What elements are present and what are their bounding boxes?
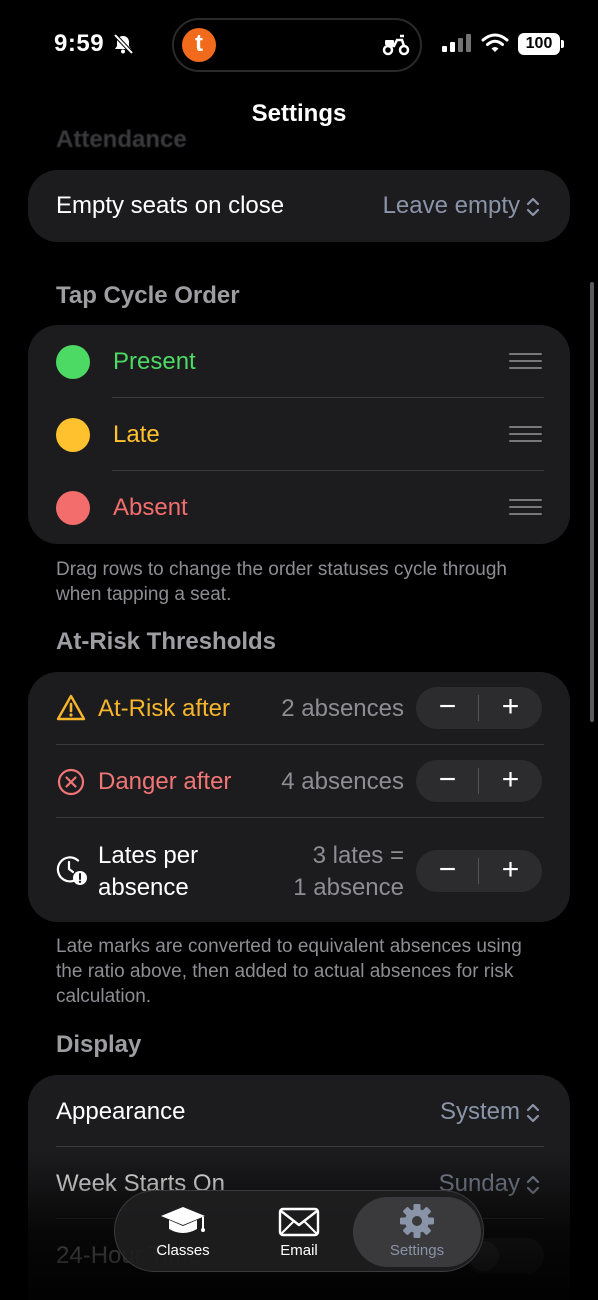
appearance-picker[interactable]: System bbox=[440, 1098, 540, 1126]
battery-nub bbox=[561, 40, 564, 48]
tab-classes[interactable]: Classes bbox=[125, 1197, 241, 1267]
lates-row: Lates per absence 3 lates = 1 absence − … bbox=[28, 818, 570, 922]
danger-stepper: − + bbox=[416, 760, 542, 802]
tap-cycle-row-absent[interactable]: Absent bbox=[28, 471, 570, 544]
at-risk-value: 2 absences bbox=[281, 695, 404, 722]
at-risk-increment-button[interactable]: + bbox=[479, 687, 542, 729]
status-label-late: Late bbox=[113, 421, 160, 448]
at-risk-decrement-button[interactable]: − bbox=[416, 687, 479, 729]
envelope-icon bbox=[278, 1207, 320, 1237]
tab-label-classes: Classes bbox=[156, 1242, 210, 1259]
moped-icon bbox=[382, 34, 410, 56]
empty-seats-label: Empty seats on close bbox=[56, 192, 285, 219]
lates-label-line2: absence bbox=[98, 874, 189, 901]
empty-seats-picker[interactable]: Leave empty bbox=[383, 192, 540, 220]
tap-cycle-footnote: Drag rows to change the order statuses c… bbox=[56, 559, 507, 605]
at-risk-row: At-Risk after 2 absences − + bbox=[28, 672, 570, 745]
status-dot-late bbox=[56, 418, 90, 452]
section-header-attendance: Attendance bbox=[56, 126, 187, 153]
appearance-label: Appearance bbox=[56, 1098, 186, 1125]
status-dot-present bbox=[56, 345, 90, 379]
lates-label-line1: Lates per bbox=[98, 842, 199, 869]
bell-muted-icon bbox=[113, 33, 134, 55]
scrollbar[interactable] bbox=[590, 282, 594, 722]
status-label-absent: Absent bbox=[113, 494, 188, 521]
cellular-signal-icon bbox=[442, 34, 471, 52]
danger-row: Danger after 4 absences − + bbox=[28, 745, 570, 818]
at-risk-label: At-Risk after bbox=[98, 695, 231, 722]
danger-decrement-button[interactable]: − bbox=[416, 760, 479, 802]
section-header-tap-cycle: Tap Cycle Order bbox=[56, 282, 240, 309]
empty-seats-value: Leave empty bbox=[382, 192, 520, 219]
dynamic-island[interactable]: t bbox=[172, 18, 422, 72]
tab-bar: Classes Email Settings bbox=[114, 1190, 484, 1272]
danger-label: Danger after bbox=[98, 768, 232, 795]
lates-decrement-button[interactable]: − bbox=[416, 850, 479, 892]
danger-value: 4 absences bbox=[281, 768, 404, 795]
chevron-up-down-icon bbox=[526, 1103, 540, 1122]
lates-label: Lates per absence bbox=[98, 840, 198, 904]
drag-handle-icon[interactable] bbox=[509, 353, 542, 374]
section-header-thresholds: At-Risk Thresholds bbox=[56, 628, 277, 655]
appearance-row[interactable]: Appearance System bbox=[28, 1075, 570, 1147]
drag-handle-icon[interactable] bbox=[509, 499, 542, 520]
clock-alert-icon bbox=[56, 856, 87, 885]
appearance-value: System bbox=[439, 1098, 520, 1125]
status-time: 9:59 bbox=[54, 30, 105, 57]
tap-cycle-row-present[interactable]: Present bbox=[28, 325, 570, 398]
chevron-up-down-icon bbox=[526, 1175, 540, 1194]
tab-label-email: Email bbox=[280, 1242, 318, 1259]
page-title: Settings bbox=[251, 100, 347, 127]
tap-cycle-row-late[interactable]: Late bbox=[28, 398, 570, 471]
chevron-up-down-icon bbox=[526, 197, 540, 216]
wifi-icon bbox=[481, 33, 509, 52]
at-risk-stepper: − + bbox=[416, 687, 542, 729]
thresholds-footnote: Late marks are converted to equivalent a… bbox=[56, 936, 522, 1007]
battery-level: 100 bbox=[518, 33, 560, 55]
tab-settings[interactable]: Settings bbox=[353, 1197, 481, 1267]
status-dot-absent bbox=[56, 491, 90, 525]
status-bar: 9:59 t 100 bbox=[0, 0, 598, 90]
danger-increment-button[interactable]: + bbox=[479, 760, 542, 802]
drag-handle-icon[interactable] bbox=[509, 426, 542, 447]
lates-value: 3 lates = 1 absence bbox=[293, 840, 404, 904]
tab-email[interactable]: Email bbox=[241, 1197, 357, 1267]
lates-increment-button[interactable]: + bbox=[479, 850, 542, 892]
lates-stepper: − + bbox=[416, 850, 542, 892]
status-label-present: Present bbox=[113, 348, 196, 375]
tab-label-settings: Settings bbox=[389, 1242, 445, 1259]
island-app-icon: t bbox=[182, 28, 216, 62]
tap-cycle-card: Present Late Absent bbox=[28, 325, 570, 544]
lates-value-line2: 1 absence bbox=[293, 874, 404, 901]
empty-seats-row[interactable]: Empty seats on close Leave empty bbox=[28, 170, 570, 242]
lates-value-line1: 3 lates = bbox=[312, 842, 404, 869]
thresholds-card: At-Risk after 2 absences − + Danger afte… bbox=[28, 672, 570, 922]
section-header-display: Display bbox=[56, 1031, 142, 1058]
attendance-card: Empty seats on close Leave empty bbox=[28, 170, 570, 242]
gear-icon bbox=[400, 1204, 434, 1238]
x-circle-icon bbox=[57, 768, 85, 796]
warning-triangle-icon bbox=[56, 694, 86, 721]
graduation-cap-icon bbox=[161, 1207, 205, 1233]
